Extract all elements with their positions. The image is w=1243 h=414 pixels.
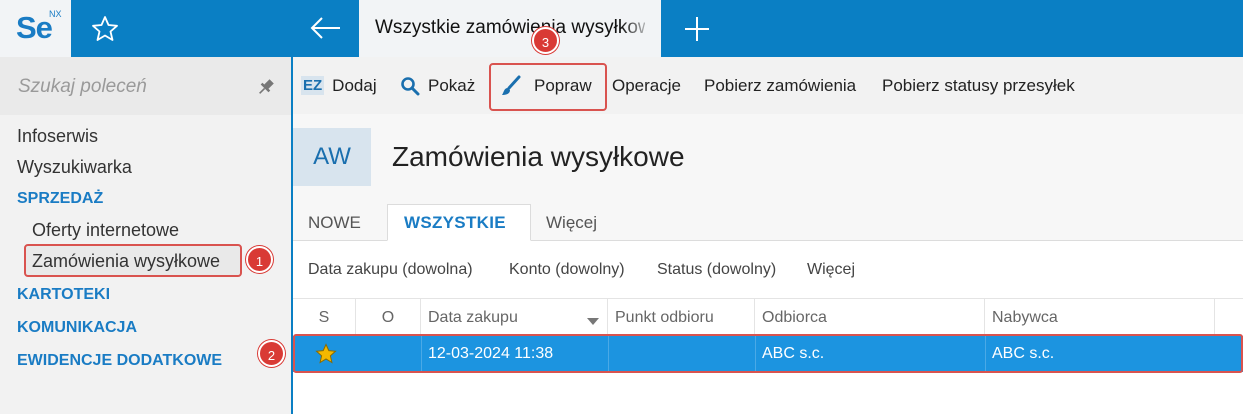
pin-icon[interactable]: [256, 77, 276, 97]
pokaz-label: Pokaż: [428, 75, 476, 95]
column-header-data-zakupu[interactable]: Data zakupu: [421, 299, 608, 336]
sidebar-section-sprzedaz[interactable]: SPRZEDAŻ: [17, 190, 103, 208]
logo-suffix: NX: [49, 9, 62, 19]
pobierz-zamowienia-button[interactable]: Pobierz zamówienia: [704, 57, 856, 114]
view-tabs: NOWE WSZYSTKIE Więcej: [293, 204, 1243, 241]
tab-wiecej[interactable]: Więcej: [546, 204, 597, 241]
sidebar-section-ewidencje-dodatkowe[interactable]: EWIDENCJE DODATKOWE: [17, 352, 222, 370]
sidebar-item-zamowienia-wysylkowe[interactable]: Zamówienia wysyłkowe: [32, 251, 220, 272]
tab-wszystkie[interactable]: WSZYSTKIE: [387, 204, 531, 241]
app-window: Se NX Wszystkie zamówienia wysyłkowe Inf…: [0, 0, 1243, 414]
column-header-data-zakupu-label: Data zakupu: [428, 308, 518, 326]
search-input[interactable]: [18, 76, 238, 98]
column-header-nabywca[interactable]: Nabywca: [985, 299, 1215, 336]
toolbar: EZ Dodaj Pokaż Popraw Operacje Pobierz z…: [293, 57, 1243, 114]
filter-wiecej[interactable]: Więcej: [807, 261, 855, 279]
sidebar-section-komunikacja[interactable]: KOMUNIKACJA: [17, 319, 137, 337]
top-bar: Se NX Wszystkie zamówienia wysyłkowe: [0, 0, 1243, 57]
add-doc-icon: EZ: [301, 76, 325, 95]
callout-1: 1: [246, 246, 273, 273]
sidebar-item-wyszukiwarka[interactable]: Wyszukiwarka: [17, 157, 132, 178]
active-tab-label: Wszystkie zamówienia wysyłkowe: [375, 17, 645, 38]
dodaj-button[interactable]: EZ Dodaj: [301, 57, 377, 114]
popraw-label: Popraw: [534, 75, 592, 95]
grid-header: S O Data zakupu Punkt odbioru Odbiorca N…: [293, 298, 1243, 336]
dodaj-label: Dodaj: [332, 75, 377, 95]
tab-wszystkie-zamowienia[interactable]: Wszystkie zamówienia wysyłkowe: [359, 0, 661, 57]
page-header: AW Zamówienia wysyłkowe: [293, 114, 1243, 204]
row-highlight: [293, 334, 1243, 373]
pobierz-zamowienia-label: Pobierz zamówienia: [704, 75, 857, 95]
app-logo[interactable]: Se NX: [0, 0, 71, 57]
sidebar: Infoserwis Wyszukiwarka SPRZEDAŻ Oferty …: [0, 57, 291, 414]
column-header-s[interactable]: S: [293, 299, 356, 336]
column-header-o[interactable]: O: [356, 299, 421, 336]
filter-konto[interactable]: Konto (dowolny): [509, 261, 625, 279]
pobierz-statusy-label: Pobierz statusy przesyłek: [882, 75, 1075, 95]
search-icon: [400, 76, 420, 96]
brush-icon: [500, 75, 522, 97]
operacje-button[interactable]: Operacje: [612, 57, 681, 114]
tab-fade: [621, 0, 661, 57]
plus-icon[interactable]: [680, 12, 714, 46]
sidebar-item-oferty-internetowe[interactable]: Oferty internetowe: [32, 220, 179, 241]
sort-desc-icon: [587, 313, 599, 331]
back-arrow-icon[interactable]: [300, 10, 350, 46]
sidebar-item-infoserwis[interactable]: Infoserwis: [17, 126, 98, 147]
callout-3: 3: [532, 27, 559, 54]
module-badge: AW: [293, 128, 371, 186]
operacje-label: Operacje: [612, 75, 681, 95]
sidebar-section-kartoteki[interactable]: KARTOTEKI: [17, 286, 110, 304]
favorites-star-icon[interactable]: [90, 14, 120, 44]
filter-status[interactable]: Status (dowolny): [657, 261, 776, 279]
callout-2: 2: [258, 340, 285, 367]
pobierz-statusy-button[interactable]: Pobierz statusy przesyłek: [882, 57, 1075, 114]
column-header-odbiorca[interactable]: Odbiorca: [755, 299, 985, 336]
tab-nowe[interactable]: NOWE: [308, 204, 361, 241]
popraw-button[interactable]: Popraw: [500, 57, 592, 114]
page-title: Zamówienia wysyłkowe: [392, 141, 685, 172]
command-search: [0, 57, 291, 115]
filter-data-zakupu[interactable]: Data zakupu (dowolna): [308, 261, 473, 279]
pokaz-button[interactable]: Pokaż: [400, 57, 475, 114]
filter-bar: Data zakupu (dowolna) Konto (dowolny) St…: [293, 242, 1243, 297]
logo-text: Se: [16, 10, 53, 45]
column-header-punkt-odbioru[interactable]: Punkt odbioru: [608, 299, 755, 336]
